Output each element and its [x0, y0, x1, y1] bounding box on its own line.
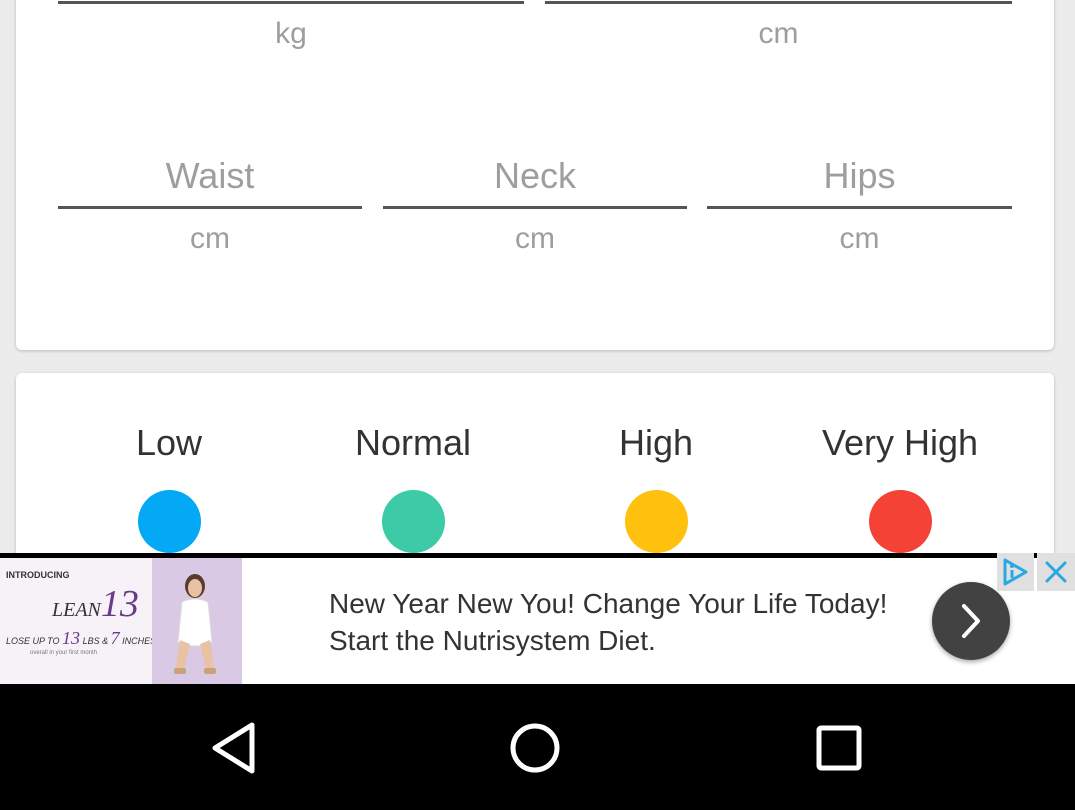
- legend-item-low: Low: [49, 423, 289, 553]
- hips-unit: cm: [839, 222, 880, 255]
- neck-placeholder: Neck: [493, 155, 577, 196]
- ad-image-tagline-lbs-num: 13: [62, 628, 81, 648]
- ad-headline[interactable]: New Year New You! Change Your Life Today…: [329, 585, 889, 659]
- ad-image-tagline-inches-num: 7: [110, 628, 120, 648]
- ad-image-tagline-lbs: LBS &: [82, 636, 109, 646]
- weight-field[interactable]: [58, 0, 524, 10]
- waist-placeholder: Waist: [165, 155, 255, 196]
- neck-unit: cm: [515, 222, 555, 255]
- hips-underline: [707, 206, 1012, 209]
- legend-dot-low: [137, 490, 201, 553]
- ad-image-tagline: LOSE UP TO 13 LBS & 7 INCHES: [6, 628, 156, 649]
- height-unit: cm: [758, 17, 799, 50]
- legend-item-normal: Normal: [293, 423, 533, 553]
- hips-field[interactable]: Hips: [707, 155, 1012, 211]
- ad-image[interactable]: INTRODUCING LEAN13 LOSE UP TO 13 LBS & 7…: [0, 558, 242, 684]
- legend-label-normal: Normal: [354, 422, 471, 463]
- measurements-card: kg cm Waist cm Neck cm Hips cm: [16, 0, 1054, 350]
- nav-recents-button[interactable]: [811, 720, 867, 776]
- ad-image-brand-number: 13: [100, 583, 139, 625]
- waist-underline: [58, 206, 362, 209]
- nav-back-button[interactable]: [207, 720, 263, 776]
- adchoices-button[interactable]: [997, 553, 1034, 591]
- weight-unit: kg: [275, 17, 307, 50]
- height-underline: [545, 1, 1012, 4]
- ad-banner[interactable]: INTRODUCING LEAN13 LOSE UP TO 13 LBS & 7…: [0, 553, 1075, 684]
- nav-home-button[interactable]: [507, 720, 563, 776]
- waist-field[interactable]: Waist: [58, 155, 362, 211]
- ad-image-fine-print: overall in your first month: [30, 650, 98, 656]
- legend-card: Low Normal High Very High: [16, 373, 1054, 573]
- legend-item-very-high: Very High: [780, 423, 1020, 553]
- system-navigation-bar: [0, 684, 1075, 810]
- ad-close-button[interactable]: [1037, 553, 1075, 591]
- legend-dot-very-high: [868, 490, 932, 553]
- close-icon: [1045, 561, 1067, 583]
- adchoices-icon: [1003, 558, 1028, 586]
- weight-underline: [58, 1, 524, 4]
- height-field[interactable]: [545, 0, 1012, 10]
- legend-item-high: High: [536, 423, 776, 553]
- legend-dot-normal: [381, 490, 445, 553]
- ad-person-photo: [174, 574, 216, 674]
- ad-image-brand-word: LEAN: [52, 599, 101, 621]
- ad-next-button[interactable]: [932, 582, 1010, 660]
- neck-underline: [383, 206, 687, 209]
- recents-square-icon: [816, 725, 862, 771]
- legend-label-very-high: Very High: [821, 422, 979, 463]
- waist-unit: cm: [190, 222, 230, 255]
- home-circle-icon: [510, 723, 560, 773]
- ad-image-intro: INTRODUCING: [6, 570, 70, 580]
- legend-dot-high: [624, 490, 688, 553]
- legend-label-low: Low: [135, 422, 203, 463]
- ad-image-tagline-prefix: LOSE UP TO: [6, 636, 60, 646]
- chevron-right-icon: [962, 604, 980, 638]
- hips-placeholder: Hips: [823, 155, 896, 196]
- ad-image-brand: LEAN13: [52, 582, 139, 626]
- back-triangle-icon: [212, 722, 255, 774]
- neck-field[interactable]: Neck: [383, 155, 687, 211]
- legend-label-high: High: [618, 422, 694, 463]
